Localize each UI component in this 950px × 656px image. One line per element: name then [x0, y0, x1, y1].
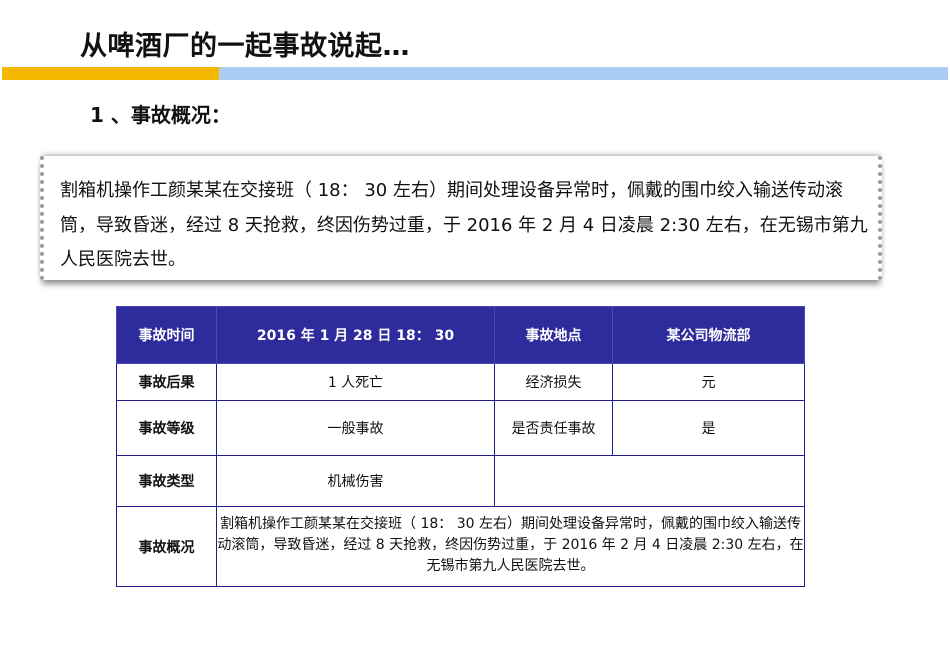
cell-level-value: 一般事故: [216, 400, 495, 456]
section-heading: 1 、事故概况：: [90, 103, 231, 127]
summary-box: 割箱机操作工颜某某在交接班（ 18： 30 左右）期间处理设备异常时，佩戴的围巾…: [40, 156, 882, 280]
cell-type-label: 事故类型: [116, 455, 217, 507]
title-underline-blue: [219, 67, 948, 80]
title-underline-yellow: [2, 67, 219, 80]
table-row-summary: 事故概况 割箱机操作工颜某某在交接班（ 18： 30 左右）期间处理设备异常时，…: [116, 506, 805, 587]
cell-type-value: 机械伤害: [216, 455, 495, 507]
cell-location-label: 事故地点: [494, 306, 613, 364]
cell-liability-label: 是否责任事故: [494, 400, 613, 456]
cell-level-label: 事故等级: [116, 400, 217, 456]
table-row-level: 事故等级 一般事故 是否责任事故 是: [116, 400, 805, 456]
cell-consequence-label: 事故后果: [116, 363, 217, 401]
cell-location-value: 某公司物流部: [612, 306, 805, 364]
cell-time-value: 2016 年 1 月 28 日 18： 30: [216, 306, 495, 364]
cell-summary-label: 事故概况: [116, 506, 217, 587]
cell-loss-value: 元: [612, 363, 805, 401]
cell-type-empty: [494, 455, 805, 507]
slide: 从啤酒厂的一起事故说起… 1 、事故概况： 割箱机操作工颜某某在交接班（ 18：…: [0, 0, 950, 656]
table-row-time-location: 事故时间 2016 年 1 月 28 日 18： 30 事故地点 某公司物流部: [116, 306, 805, 364]
slide-title: 从啤酒厂的一起事故说起…: [80, 31, 410, 62]
table-row-consequence: 事故后果 1 人死亡 经济损失 元: [116, 363, 805, 401]
cell-time-label: 事故时间: [116, 306, 217, 364]
table-row-type: 事故类型 机械伤害: [116, 455, 805, 507]
cell-loss-label: 经济损失: [494, 363, 613, 401]
incident-table: 事故时间 2016 年 1 月 28 日 18： 30 事故地点 某公司物流部 …: [116, 306, 805, 587]
cell-summary-value: 割箱机操作工颜某某在交接班（ 18： 30 左右）期间处理设备异常时，佩戴的围巾…: [216, 506, 805, 587]
cell-consequence-value: 1 人死亡: [216, 363, 495, 401]
cell-liability-value: 是: [612, 400, 805, 456]
summary-text: 割箱机操作工颜某某在交接班（ 18： 30 左右）期间处理设备异常时，佩戴的围巾…: [60, 180, 868, 270]
